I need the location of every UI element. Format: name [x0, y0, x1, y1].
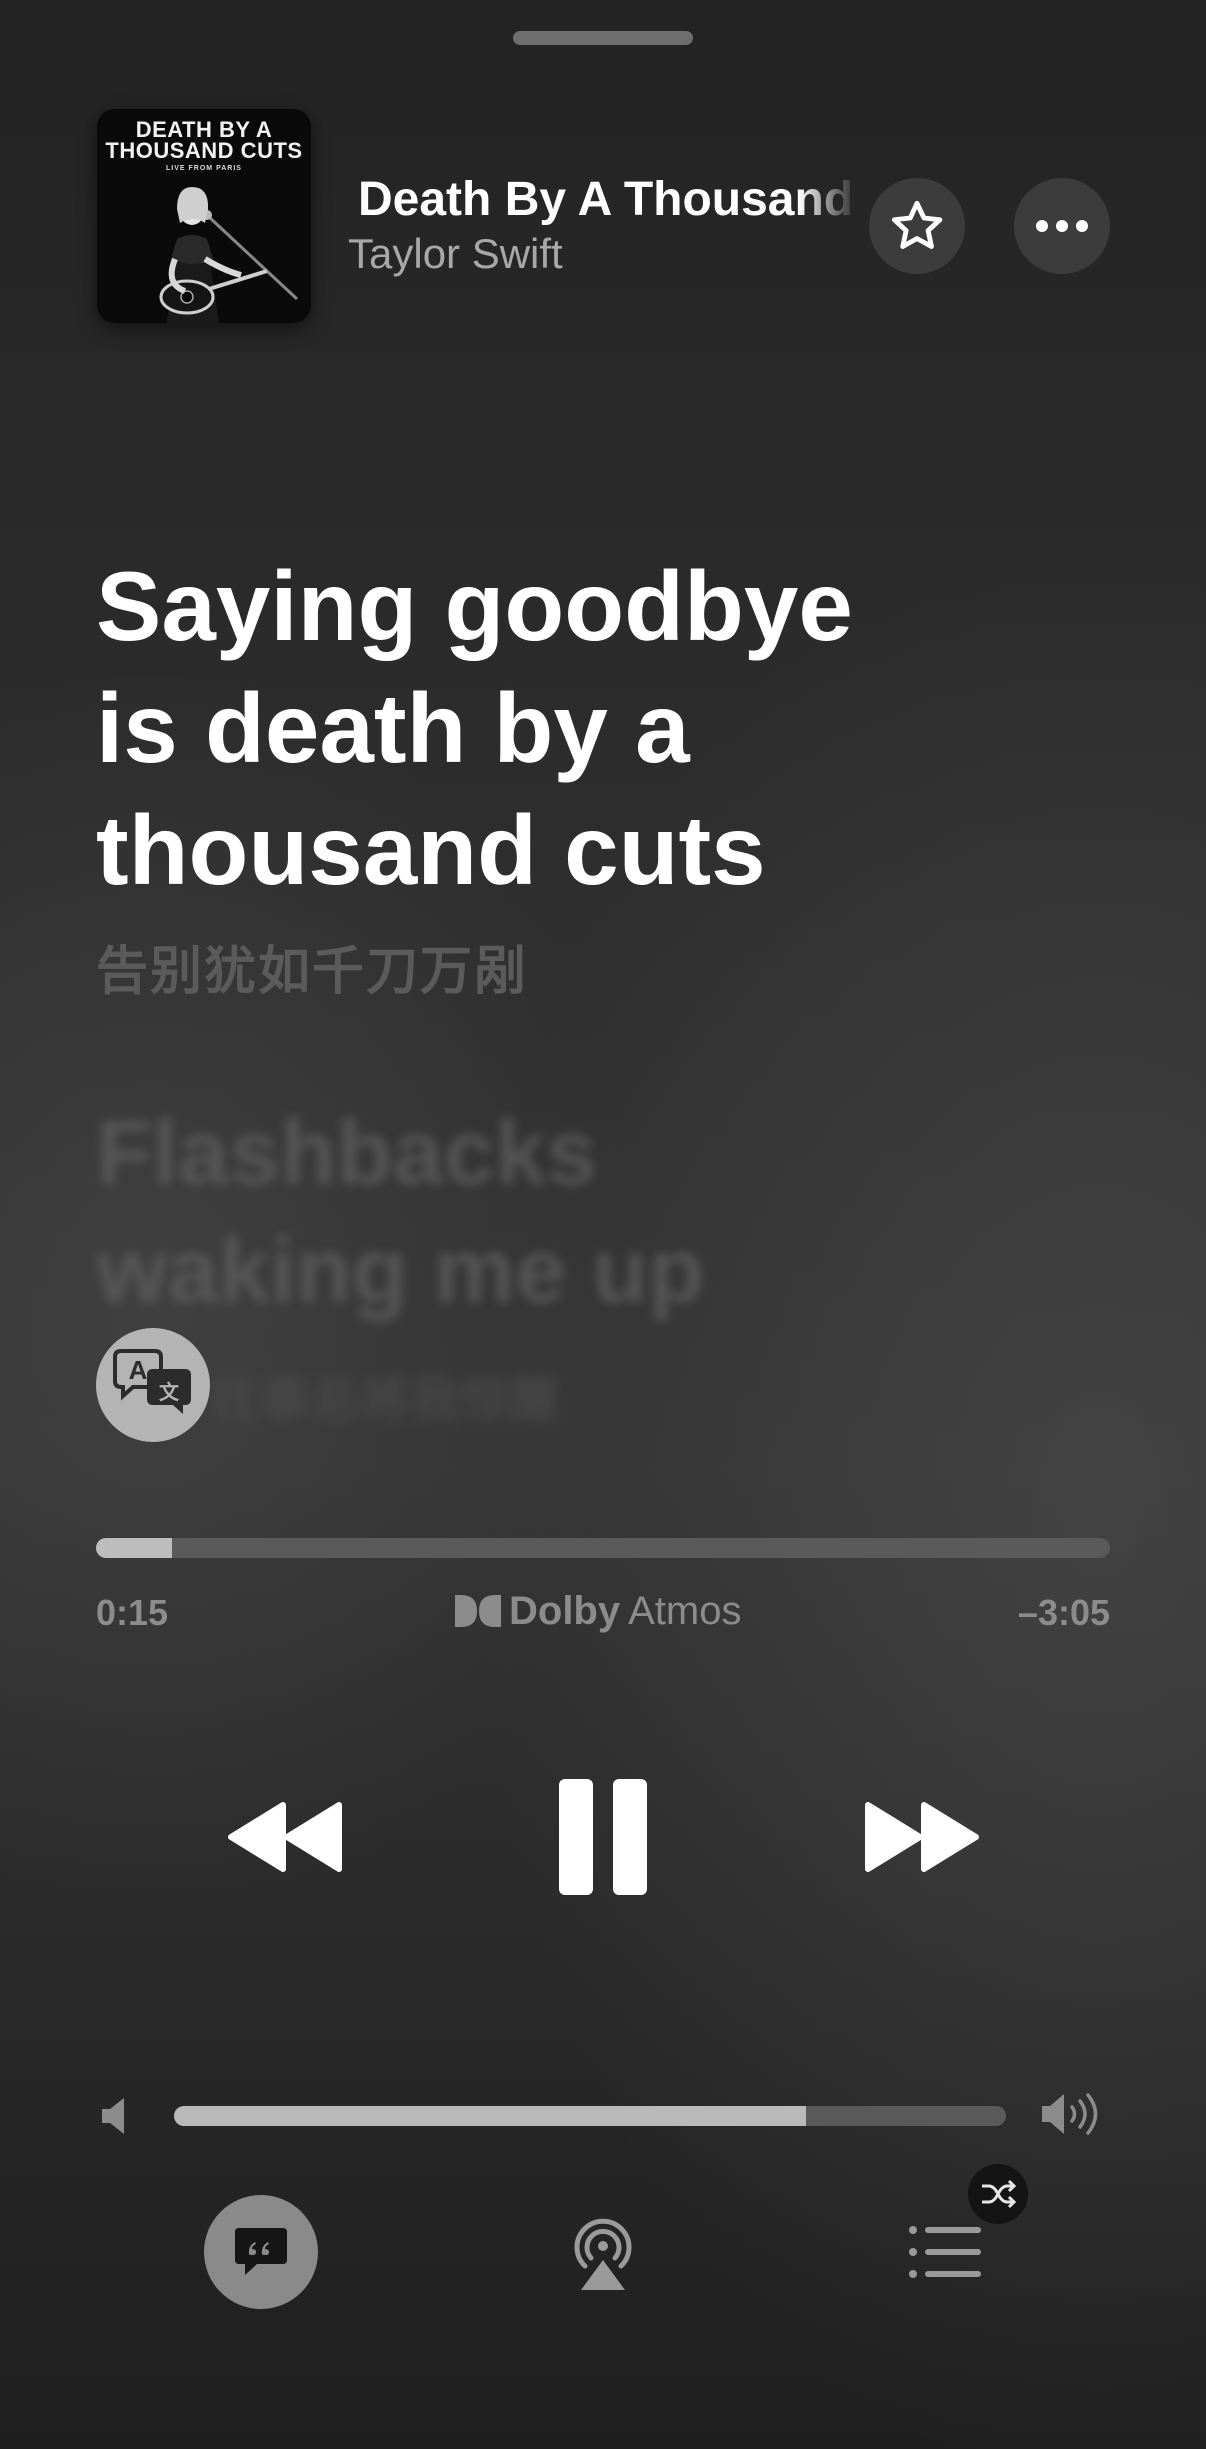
playback-progress-fill — [96, 1538, 173, 1558]
svg-text:文: 文 — [159, 1380, 180, 1404]
bottom-toolbar — [0, 2164, 1206, 2330]
dolby-mode: Atmos — [628, 1588, 742, 1633]
dolby-atmos-badge: Dolby Atmos — [455, 1585, 741, 1637]
translate-button[interactable]: A 文 — [96, 1328, 210, 1442]
sheet-grabber[interactable] — [513, 31, 693, 45]
svg-text:A: A — [129, 1355, 148, 1385]
lyrics-button[interactable] — [204, 2195, 318, 2309]
volume-level-fill — [174, 2106, 807, 2126]
queue-button[interactable] — [905, 2220, 985, 2284]
rewind-icon — [228, 1802, 342, 1872]
dolby-brand: Dolby — [509, 1588, 621, 1633]
now-playing-screen: DEATH BY A THOUSAND CUTS LIVE FROM PARIS… — [0, 0, 1206, 2449]
next-lyric-translation: 往事总将我惊醒 — [210, 1372, 560, 1428]
airplay-icon — [574, 2218, 632, 2290]
more-options-button[interactable] — [1014, 178, 1110, 274]
transport-controls — [0, 1772, 1206, 1902]
dolby-logo-icon — [455, 1595, 501, 1627]
current-lyric-line[interactable]: Saying goodbye is death by a thousand cu… — [96, 545, 896, 911]
current-lyric-translation: 告别犹如千刀万剐 — [96, 943, 529, 1001]
rewind-button[interactable] — [215, 1772, 355, 1902]
shuffle-indicator[interactable] — [968, 2164, 1028, 2224]
artwork-title: DEATH BY A THOUSAND CUTS — [105, 117, 303, 163]
volume-min-button[interactable] — [100, 2096, 136, 2141]
pause-icon — [559, 1779, 647, 1895]
star-outline-icon — [891, 200, 943, 249]
track-artist[interactable]: Taylor Swift — [348, 230, 563, 278]
artwork-subtitle: LIVE FROM PARIS — [166, 165, 242, 172]
remaining-time: –3:05 — [1017, 1592, 1110, 1633]
translate-bubble-icon: A 文 — [113, 1349, 191, 1414]
speaker-high-icon — [1042, 2093, 1098, 2135]
playback-scrubber[interactable] — [96, 1538, 1110, 1558]
airplay-button[interactable] — [565, 2210, 641, 2294]
queue-list-icon — [909, 2226, 981, 2278]
lyrics-view[interactable]: Saying goodbye is death by a thousand cu… — [96, 545, 1106, 1330]
lyrics-quote-icon — [235, 2228, 287, 2275]
favorite-button[interactable] — [869, 178, 965, 274]
pause-button[interactable] — [548, 1767, 658, 1907]
speaker-low-icon — [102, 2098, 124, 2134]
next-lyric-line[interactable]: Flashbacks waking me up — [96, 1094, 896, 1330]
volume-max-button[interactable] — [1040, 2090, 1102, 2143]
fast-forward-icon — [865, 1802, 979, 1872]
track-title[interactable]: Death By A Thousand Cuts — [358, 172, 858, 232]
shuffle-icon — [982, 2179, 1016, 2209]
ellipsis-icon — [1036, 220, 1088, 232]
volume-slider[interactable] — [174, 2106, 1006, 2126]
album-artwork[interactable]: DEATH BY A THOUSAND CUTS LIVE FROM PARIS — [97, 109, 311, 323]
elapsed-time: 0:15 — [96, 1592, 169, 1633]
fast-forward-button[interactable] — [852, 1772, 992, 1902]
